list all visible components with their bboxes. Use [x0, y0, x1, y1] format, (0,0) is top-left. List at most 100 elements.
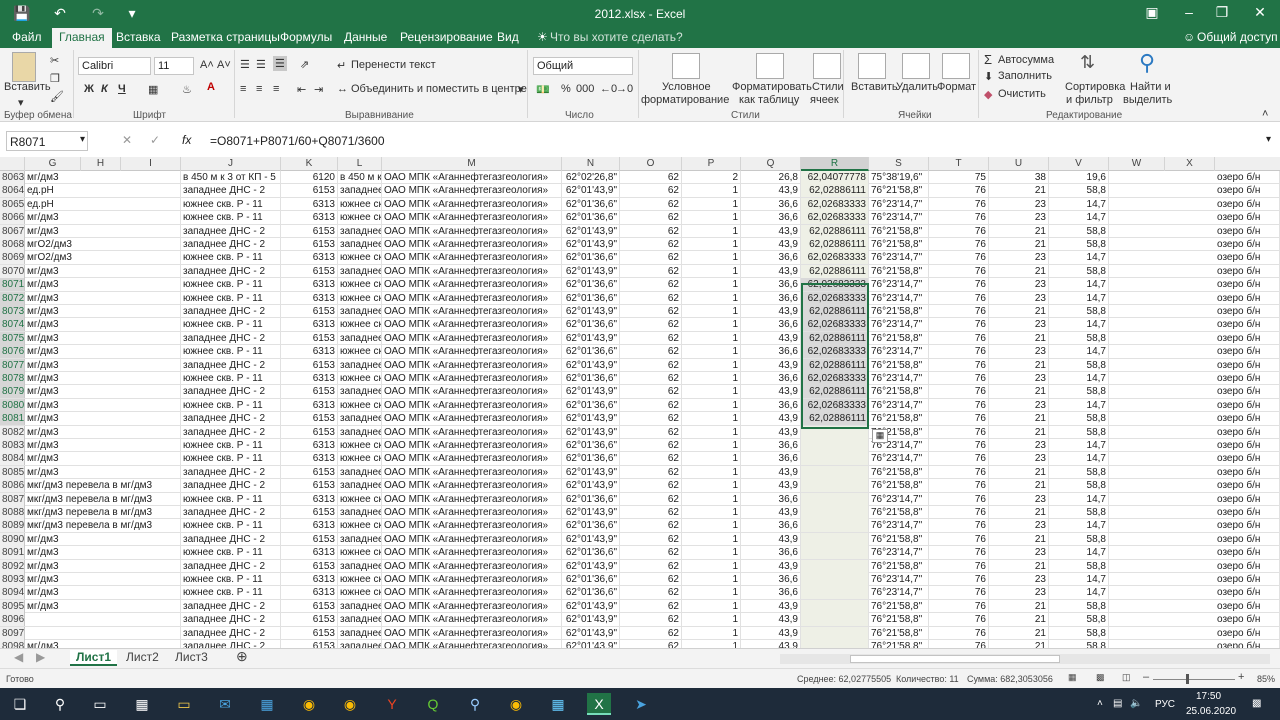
cell-l[interactable]: западнее [338, 412, 382, 426]
cell-v[interactable]: 14,7 [1049, 546, 1109, 560]
cell-n[interactable]: 62°01'43,9" [562, 465, 620, 479]
cell-u[interactable]: 23 [989, 573, 1049, 586]
cell-t[interactable]: 76 [929, 345, 989, 359]
row-header[interactable]: 8090 [0, 532, 25, 546]
cell-n[interactable]: 62°01'36,6" [562, 452, 620, 466]
bold-button[interactable]: Ж [84, 83, 94, 95]
select-all-corner[interactable] [0, 157, 25, 171]
row-header[interactable]: 8067 [0, 224, 25, 238]
cell-t[interactable]: 76 [929, 452, 989, 466]
number-format-select[interactable]: Общий [533, 57, 633, 75]
cell-k[interactable]: 6313 [281, 398, 338, 412]
cell-q[interactable]: 36,6 [741, 197, 801, 211]
yandex-browser-icon[interactable]: Y [380, 693, 404, 715]
tray-overflow-icon[interactable]: ˄ [1097, 698, 1103, 709]
conditional-formatting-button[interactable]: Условное [662, 81, 711, 93]
cell-r[interactable]: 62,02683333 [801, 398, 869, 412]
cell-g[interactable]: мг/дм3 [25, 305, 181, 318]
cell-o[interactable]: 62 [620, 305, 682, 318]
cell-g[interactable]: мг/дм3 [25, 372, 181, 385]
tab-data[interactable]: Данные [344, 30, 387, 44]
cell-m[interactable]: ОАО МПК «Аганнефтегазгеология» [382, 613, 562, 627]
format-as-table-icon[interactable] [756, 53, 784, 79]
cut-icon[interactable]: ✂ [50, 54, 59, 67]
cell-s[interactable]: 76°23'14,7" [869, 586, 929, 600]
cell-s[interactable]: 75°38'19,6" [869, 171, 929, 184]
cell-r[interactable]: 62,02886111 [801, 412, 869, 426]
cell-s[interactable]: 76°23'14,7" [869, 211, 929, 225]
cell-u[interactable]: 21 [989, 358, 1049, 372]
cell-s[interactable]: 76°23'14,7" [869, 372, 929, 385]
cell-v[interactable]: 14,7 [1049, 398, 1109, 412]
cell-q[interactable]: 43,9 [741, 224, 801, 238]
formula-input[interactable]: =O8071+P8071/60+Q8071/3600 [210, 134, 385, 148]
cell-k[interactable]: 6153 [281, 305, 338, 318]
cell-y[interactable]: озеро б/н [1215, 345, 1280, 359]
cell-p[interactable]: 1 [682, 331, 741, 345]
column-header-s[interactable]: S [869, 157, 929, 171]
cell-n[interactable]: 62°01'36,6" [562, 546, 620, 560]
cell-m[interactable]: ОАО МПК «Аганнефтегазгеология» [382, 506, 562, 519]
cell-j[interactable]: южнее скв. Р - 11 [181, 345, 281, 359]
cell-y[interactable]: озеро б/н [1215, 318, 1280, 332]
cell-r[interactable] [801, 626, 869, 640]
cell-o[interactable]: 62 [620, 506, 682, 519]
cell-q[interactable]: 43,9 [741, 626, 801, 640]
cell-r[interactable] [801, 573, 869, 586]
cell-y[interactable]: озеро б/н [1215, 425, 1280, 439]
cell-o[interactable]: 62 [620, 291, 682, 305]
cell-s[interactable]: 76°23'14,7" [869, 573, 929, 586]
cell-k[interactable]: 6153 [281, 425, 338, 439]
cell-v[interactable]: 58,8 [1049, 626, 1109, 640]
column-header-o[interactable]: O [620, 157, 682, 171]
cell-y[interactable]: озеро б/н [1215, 385, 1280, 399]
cell-y[interactable]: озеро б/н [1215, 586, 1280, 600]
cell-j[interactable]: западнее ДНС - 2 [181, 465, 281, 479]
cell-k[interactable]: 6313 [281, 452, 338, 466]
merge-dropdown-icon[interactable]: ▾ [518, 83, 524, 96]
cell-y[interactable]: озеро б/н [1215, 398, 1280, 412]
row-header[interactable]: 8095 [0, 599, 25, 613]
cell-l[interactable]: южнее ск [338, 372, 382, 385]
cell-m[interactable]: ОАО МПК «Аганнефтегазгеология» [382, 305, 562, 318]
notifications-icon[interactable]: ▩ [1252, 698, 1261, 709]
cell-j[interactable]: южнее скв. Р - 11 [181, 197, 281, 211]
cell-j[interactable]: западнее ДНС - 2 [181, 358, 281, 372]
row-header[interactable]: 8070 [0, 264, 25, 278]
cell-l[interactable]: южнее ск [338, 573, 382, 586]
cell-q[interactable]: 36,6 [741, 345, 801, 359]
merge-icon[interactable]: ↔ [337, 83, 348, 95]
cell-g[interactable]: мг/дм3 [25, 546, 181, 560]
paste-dropdown-icon[interactable]: ▾ [18, 96, 24, 109]
cell-u[interactable]: 21 [989, 238, 1049, 251]
cell-q[interactable]: 43,9 [741, 613, 801, 627]
cell-u[interactable]: 21 [989, 640, 1049, 648]
column-header-g[interactable]: G [25, 157, 81, 171]
cell-p[interactable]: 1 [682, 372, 741, 385]
cell-s[interactable]: 76°21'58,8" [869, 264, 929, 278]
fill-color-icon[interactable]: ♨ [182, 83, 192, 96]
cell-g[interactable]: мг/дм3 [25, 586, 181, 600]
cell-q[interactable]: 43,9 [741, 640, 801, 648]
cell-g[interactable]: мг/дм3 [25, 465, 181, 479]
cell-k[interactable]: 6313 [281, 211, 338, 225]
zoom-level[interactable]: 85% [1257, 674, 1275, 684]
row-header[interactable]: 8079 [0, 385, 25, 399]
cell-u[interactable]: 21 [989, 385, 1049, 399]
cell-n[interactable]: 62°01'43,9" [562, 425, 620, 439]
cell-q[interactable]: 26,8 [741, 171, 801, 184]
cell-u[interactable]: 23 [989, 291, 1049, 305]
cell-m[interactable]: ОАО МПК «Аганнефтегазгеология» [382, 184, 562, 198]
cell-v[interactable]: 14,7 [1049, 439, 1109, 452]
cell-m[interactable]: ОАО МПК «Аганнефтегазгеология» [382, 479, 562, 493]
cell-r[interactable] [801, 640, 869, 648]
cell-j[interactable]: западнее ДНС - 2 [181, 331, 281, 345]
cell-u[interactable]: 23 [989, 492, 1049, 506]
cell-o[interactable]: 62 [620, 425, 682, 439]
cell-y[interactable]: озеро б/н [1215, 211, 1280, 225]
cell-u[interactable]: 23 [989, 278, 1049, 292]
cell-j[interactable]: южнее скв. Р - 11 [181, 251, 281, 265]
cell-n[interactable]: 62°01'36,6" [562, 211, 620, 225]
chrome-icon-2[interactable]: ◉ [338, 693, 362, 715]
cell-k[interactable]: 6153 [281, 465, 338, 479]
